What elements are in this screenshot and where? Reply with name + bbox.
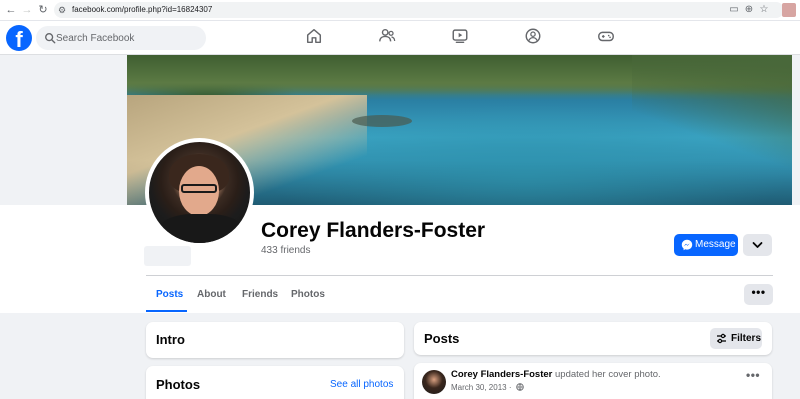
- message-button[interactable]: Message: [674, 234, 738, 256]
- profile-divider: [146, 275, 773, 276]
- tab-about[interactable]: About: [197, 289, 226, 301]
- gaming-icon: [598, 31, 614, 42]
- post-author-avatar[interactable]: [422, 370, 446, 394]
- reload-icon[interactable]: ↻: [36, 3, 50, 17]
- home-icon: [306, 28, 322, 44]
- photos-card: Photos See all photos: [146, 366, 404, 399]
- browser-toolbar: ← → ↻ ⚙ facebook.com/profile.php?id=1682…: [0, 0, 800, 21]
- search-box[interactable]: [36, 26, 206, 50]
- avatar-body: [159, 214, 243, 243]
- search-input[interactable]: [56, 26, 204, 50]
- loading-placeholder: [144, 246, 191, 266]
- filters-label: Filters: [731, 333, 762, 344]
- facebook-logo[interactable]: f: [6, 25, 32, 51]
- chevron-down-icon: [752, 242, 763, 248]
- cast-icon[interactable]: ▭: [727, 3, 741, 17]
- friends-count[interactable]: 433 friends: [261, 245, 310, 257]
- messenger-icon: [681, 239, 693, 251]
- search-icon: [45, 33, 56, 44]
- friends-icon: [379, 28, 396, 42]
- nav-tab-video[interactable]: [451, 27, 471, 47]
- zoom-icon[interactable]: ⊕: [742, 3, 756, 17]
- post-author-name[interactable]: Corey Flanders-Foster: [451, 369, 552, 380]
- groups-icon: [525, 28, 541, 44]
- message-label: Message: [695, 239, 736, 250]
- tabs-more-button[interactable]: •••: [744, 284, 773, 305]
- video-icon: [452, 29, 468, 44]
- posts-header-card: Posts Filters: [414, 322, 772, 355]
- nav-tab-home[interactable]: [305, 27, 325, 47]
- profile-avatar[interactable]: [145, 138, 254, 247]
- tab-photos[interactable]: Photos: [291, 289, 325, 301]
- facebook-header: f: [0, 21, 800, 55]
- posts-title: Posts: [424, 331, 460, 346]
- photos-title: Photos: [156, 377, 201, 392]
- nav-tab-friends[interactable]: [378, 27, 398, 47]
- globe-icon: [515, 383, 524, 391]
- see-all-photos-link[interactable]: See all photos: [330, 379, 393, 391]
- tab-friends[interactable]: Friends: [242, 289, 278, 301]
- back-icon[interactable]: ←: [4, 3, 18, 17]
- intro-card: Intro: [146, 322, 404, 358]
- post-more-button[interactable]: •••: [746, 368, 760, 382]
- post-action-text: updated her cover photo.: [555, 369, 661, 380]
- profile-options-button[interactable]: [743, 234, 772, 256]
- profile-name: Corey Flanders-Foster: [261, 219, 486, 242]
- intro-title: Intro: [156, 332, 185, 347]
- post-date-row: March 30, 2013 ·: [451, 383, 524, 393]
- browser-profile-avatar[interactable]: [782, 3, 796, 17]
- avatar-glasses: [181, 184, 217, 193]
- bookmark-star-icon[interactable]: ☆: [757, 3, 771, 17]
- url-text[interactable]: facebook.com/profile.php?id=16824307: [72, 4, 212, 16]
- active-tab-indicator: [146, 310, 187, 312]
- filters-icon: [717, 333, 726, 344]
- filters-button[interactable]: Filters: [710, 328, 762, 349]
- nav-tab-gaming[interactable]: [597, 27, 617, 47]
- post-card: Corey Flanders-Foster updated her cover …: [414, 363, 772, 399]
- nav-tab-groups[interactable]: [524, 27, 544, 47]
- site-settings-icon[interactable]: ⚙: [58, 4, 68, 16]
- tab-posts[interactable]: Posts: [156, 289, 183, 301]
- post-date[interactable]: March 30, 2013 ·: [451, 383, 511, 392]
- post-header: Corey Flanders-Foster updated her cover …: [451, 369, 661, 381]
- forward-icon[interactable]: →: [20, 3, 34, 17]
